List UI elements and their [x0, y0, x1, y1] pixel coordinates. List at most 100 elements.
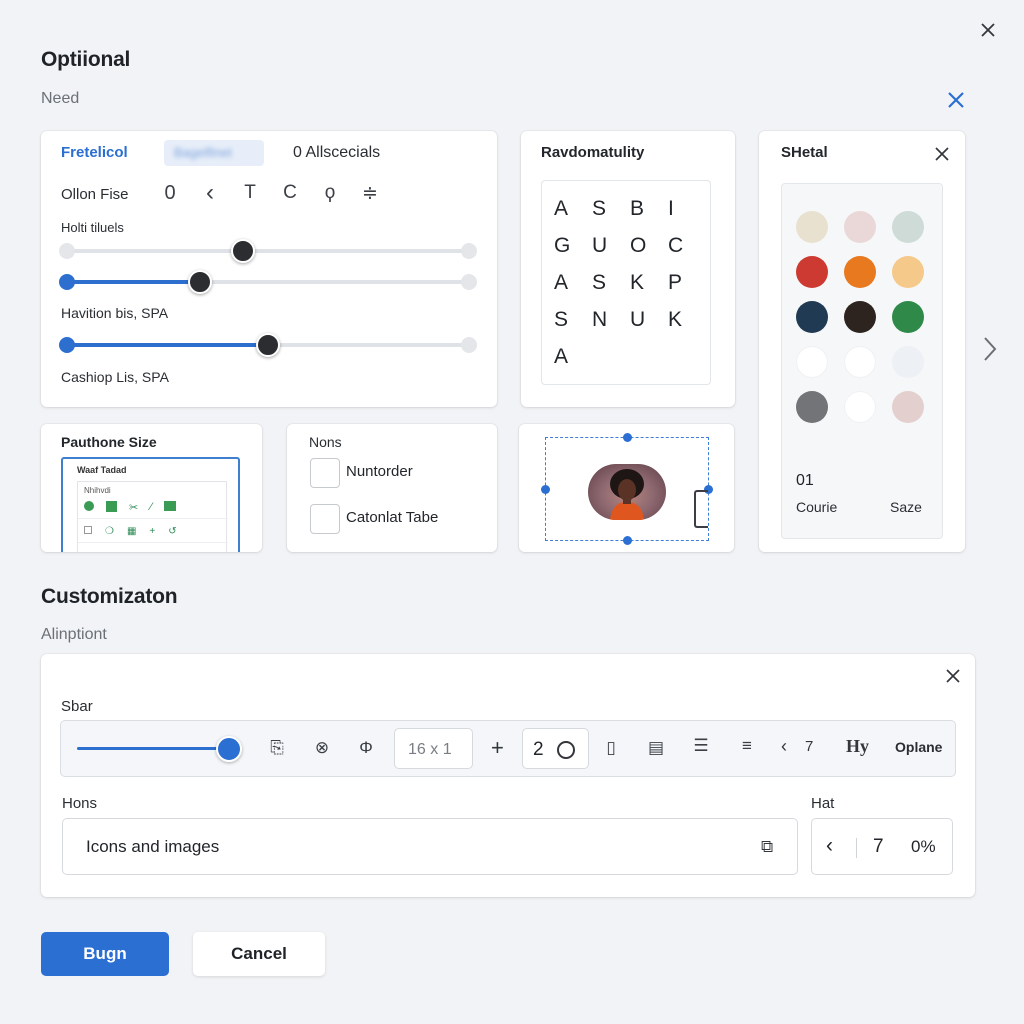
hat-divider	[856, 838, 857, 858]
thumbnail-divider-2	[78, 542, 228, 543]
color-swatch[interactable]	[796, 391, 828, 423]
letter-grid: A S B I G U O C A S K P S N U K A	[554, 195, 706, 370]
letter-cell[interactable]: U	[592, 232, 630, 259]
slider-1[interactable]	[59, 239, 477, 263]
cancel-button[interactable]: Cancel	[193, 932, 325, 976]
letter-cell[interactable]: N	[592, 306, 630, 333]
color-swatch[interactable]	[844, 346, 876, 378]
document-icon[interactable]: ▯	[598, 738, 624, 758]
slider-3[interactable]	[59, 333, 477, 357]
color-panel-close-icon[interactable]	[931, 143, 953, 165]
color-swatch[interactable]	[892, 211, 924, 243]
letter-cell[interactable]: A	[554, 195, 592, 222]
drop-icon: ❍	[105, 526, 114, 537]
letters-panel-title: Ravdomatulity	[541, 144, 645, 161]
chevron-right-icon[interactable]	[976, 334, 1004, 364]
thumbnail-panel-title: Pauthone Size	[61, 434, 157, 450]
crop-bracket-icon[interactable]	[694, 490, 708, 528]
toolbar-label: Sbar	[61, 698, 93, 715]
align-icon[interactable]: ≑	[357, 182, 383, 205]
hat-decrement-button[interactable]: ‹	[826, 834, 833, 858]
phi-icon[interactable]: Φ	[353, 738, 379, 758]
color-swatch[interactable]	[796, 256, 828, 288]
text-icon[interactable]: T	[237, 182, 263, 205]
color-swatch[interactable]	[796, 346, 828, 378]
letter-cell[interactable]: I	[668, 195, 706, 222]
slider-3-knob[interactable]	[256, 333, 280, 357]
letter-cell[interactable]: A	[554, 269, 592, 296]
slider-1-knob[interactable]	[231, 239, 255, 263]
option-2-checkbox[interactable]	[310, 504, 340, 534]
letter-cell[interactable]: S	[592, 195, 630, 222]
color-swatch[interactable]	[844, 301, 876, 333]
section-close-icon[interactable]	[944, 88, 968, 112]
color-swatch[interactable]	[892, 346, 924, 378]
icons-field[interactable]: Icons and images ⧉	[62, 818, 798, 875]
target-icon[interactable]: ⊗	[309, 738, 335, 758]
letter-cell[interactable]: A	[554, 343, 592, 370]
image-selection-box[interactable]	[541, 433, 713, 545]
image-stack-icon[interactable]: ⧉	[761, 837, 773, 857]
c-icon[interactable]: C	[277, 182, 303, 205]
count-value: 2	[533, 739, 544, 760]
customization-close-icon[interactable]	[941, 664, 965, 688]
count-field[interactable]: 2	[522, 728, 589, 769]
letter-cell[interactable]: U	[630, 306, 668, 333]
color-swatch[interactable]	[844, 211, 876, 243]
primary-button[interactable]: Bugn	[41, 932, 169, 976]
timer-icon[interactable]	[557, 741, 575, 759]
thumbnail-divider	[78, 518, 228, 519]
color-panel-title: SHetal	[781, 144, 828, 161]
slider-2-knob[interactable]	[188, 270, 212, 294]
hat-percent: 0%	[911, 837, 936, 856]
letter-cell[interactable]: P	[668, 269, 706, 296]
thumbnail-preview[interactable]: Waaf Tadad Nhihvdi ✂ ⁄ ❍ ▦ + ↺	[61, 457, 240, 552]
tab-fretelicol[interactable]: Fretelicol	[61, 144, 128, 161]
calculator-icon[interactable]: ▤	[643, 738, 669, 758]
color-swatch[interactable]	[892, 256, 924, 288]
koppa-icon[interactable]: ϙ	[317, 182, 343, 205]
dimensions-field[interactable]: 16 x 1	[394, 728, 473, 769]
options-panel: Nons Nuntorder Catonlat Tabe	[287, 424, 497, 552]
letter-cell[interactable]: S	[592, 269, 630, 296]
slider-label-1: Holti tiluels	[61, 220, 124, 235]
resize-handle-left[interactable]	[541, 485, 550, 494]
thumbnail-panel: Pauthone Size Waaf Tadad Nhihvdi ✂ ⁄ ❍ ▦…	[41, 424, 262, 552]
tab-blurred[interactable]: Bagelfinet	[164, 140, 264, 166]
tab-allscecials[interactable]: 0 Allscecials	[293, 144, 380, 162]
hat-field[interactable]: ‹ 7 0%	[811, 818, 953, 875]
primary-button-label: Bugn	[83, 944, 127, 963]
options-button[interactable]: Oplane	[895, 739, 942, 755]
zero-icon[interactable]: 0	[157, 182, 183, 205]
letter-cell[interactable]: K	[668, 306, 706, 333]
toolbar-slider-knob[interactable]	[216, 736, 242, 762]
letter-cell[interactable]: C	[668, 232, 706, 259]
slider-2[interactable]	[59, 270, 477, 294]
list-icon[interactable]: ☰	[688, 736, 714, 756]
chevron-left-icon[interactable]: ‹	[197, 181, 223, 205]
thumbnail-title: Waaf Tadad	[77, 465, 127, 475]
dialog-close-icon[interactable]	[976, 18, 1000, 42]
letter-cell[interactable]: G	[554, 232, 592, 259]
color-swatch[interactable]	[844, 256, 876, 288]
toolbar-slider[interactable]	[71, 736, 242, 762]
letter-cell[interactable]: O	[630, 232, 668, 259]
color-swatch[interactable]	[892, 391, 924, 423]
letter-cell[interactable]: S	[554, 306, 592, 333]
align-center-icon[interactable]: ≡	[734, 736, 760, 756]
color-swatch[interactable]	[796, 211, 828, 243]
resize-handle-bottom[interactable]	[623, 536, 632, 545]
color-swatch[interactable]	[892, 301, 924, 333]
color-swatch[interactable]	[844, 391, 876, 423]
option-1-checkbox[interactable]	[310, 458, 340, 488]
copy-format-icon[interactable]: ⎘	[264, 738, 290, 758]
typography-panel: Fretelicol Bagelfinet 0 Allscecials Ollo…	[41, 131, 497, 407]
heading-button[interactable]: Hy	[846, 736, 869, 757]
indent-less-button[interactable]: ‹	[781, 736, 787, 757]
resize-handle-top[interactable]	[623, 433, 632, 442]
letter-cell[interactable]: B	[630, 195, 668, 222]
plus-button[interactable]: +	[491, 735, 504, 761]
thumbnail-subtitle: Nhihvdi	[84, 486, 111, 495]
color-swatch[interactable]	[796, 301, 828, 333]
letter-cell[interactable]: K	[630, 269, 668, 296]
